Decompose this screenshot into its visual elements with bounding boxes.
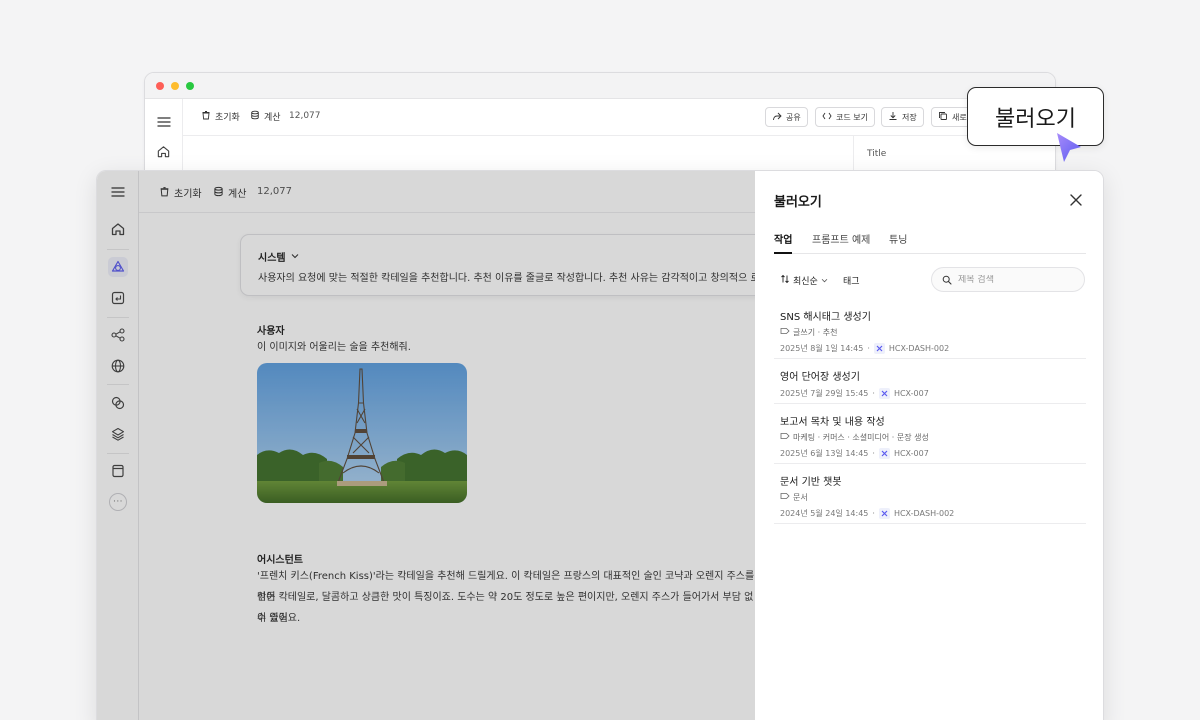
item-meta: 2025년 8월 1일 14:45 · HCX-DASH-002 xyxy=(780,342,1086,354)
title-search[interactable] xyxy=(931,267,1085,292)
item-date: 2025년 8월 1일 14:45 xyxy=(780,343,864,353)
tag-filter-button[interactable]: 태그 xyxy=(843,274,860,287)
home-icon[interactable] xyxy=(156,144,171,163)
list-item[interactable]: SNS 해시태그 생성기 글쓰기 · 추천 2025년 8월 1일 14:45 … xyxy=(774,299,1086,359)
item-meta: 2024년 5월 24일 14:45 · HCX-DASH-002 xyxy=(780,507,1086,519)
share-icon xyxy=(772,112,782,123)
item-meta: 2025년 7월 29일 15:45 · HCX-007 xyxy=(780,387,1086,399)
calc-button[interactable]: 계산 xyxy=(250,110,281,123)
item-tags-text: 글쓰기 · 추천 xyxy=(793,327,838,337)
item-title: SNS 해시태그 생성기 xyxy=(780,312,871,323)
minimize-window-button[interactable] xyxy=(171,82,179,90)
model-icon xyxy=(878,507,890,519)
drawer-title: 불러오기 xyxy=(774,195,822,210)
code-view-label: 코드 보기 xyxy=(836,112,868,122)
save-button[interactable]: 저장 xyxy=(881,107,924,127)
item-tags: 글쓰기 · 추천 xyxy=(780,326,1086,338)
back-toolbar: 초기화 계산 12,077 공유 코드 보기 저장 새로 xyxy=(183,99,1055,136)
item-model: HCX-DASH-002 xyxy=(888,343,950,353)
item-tags: 마케팅 · 커머스 · 소셜미디어 · 문장 생성 xyxy=(780,431,1086,443)
copy-icon xyxy=(938,111,948,123)
share-label: 공유 xyxy=(786,112,801,122)
search-icon xyxy=(942,270,952,289)
sort-label: 최신순 xyxy=(793,277,818,287)
item-meta: 2025년 6월 13일 14:45 · HCX-007 xyxy=(780,447,1086,459)
modal-overlay[interactable] xyxy=(97,171,755,720)
menu-icon[interactable] xyxy=(157,113,171,132)
trash-icon xyxy=(201,110,211,123)
main-app-window: ··· 초기화 계산 12,077 시스템 사용자의 요청에 맞는 적절한 칵테… xyxy=(96,170,1104,720)
item-tags: 문서 xyxy=(780,491,1086,503)
chevron-down-icon xyxy=(821,276,828,286)
list-item[interactable]: 문서 기반 챗봇 문서 2024년 5월 24일 14:45 · HCX-DAS… xyxy=(774,464,1086,524)
item-date: 2024년 5월 24일 14:45 xyxy=(780,508,869,518)
code-icon xyxy=(822,112,832,122)
list-item[interactable]: 보고서 목차 및 내용 작성 마케팅 · 커머스 · 소셜미디어 · 문장 생성… xyxy=(774,404,1086,464)
sort-icon xyxy=(780,274,790,287)
save-label: 저장 xyxy=(902,112,917,122)
download-icon xyxy=(888,111,898,123)
list-item[interactable]: 영어 단어장 생성기 2025년 7월 29일 15:45 · HCX-007 xyxy=(774,359,1086,404)
item-tags-text: 마케팅 · 커머스 · 소셜미디어 · 문장 생성 xyxy=(793,432,929,442)
tab-tasks[interactable]: 작업 xyxy=(774,231,793,254)
share-button[interactable]: 공유 xyxy=(765,107,808,127)
database-icon xyxy=(250,110,260,123)
window-titlebar xyxy=(145,73,1055,99)
reset-label: 초기화 xyxy=(215,113,240,123)
item-title: 영어 단어장 생성기 xyxy=(780,372,860,383)
maximize-window-button[interactable] xyxy=(186,82,194,90)
meta-separator: · xyxy=(872,508,875,518)
token-count: 12,077 xyxy=(289,111,321,121)
item-title: 보고서 목차 및 내용 작성 xyxy=(780,417,885,428)
close-icon[interactable] xyxy=(1067,191,1085,209)
model-icon xyxy=(878,447,890,459)
meta-separator: · xyxy=(872,388,875,398)
drawer-tabs: 작업 프롬프트 예제 튜닝 xyxy=(774,226,1086,254)
item-date: 2025년 7월 29일 15:45 xyxy=(780,388,869,398)
item-tags-text: 문서 xyxy=(793,492,808,502)
item-title: 문서 기반 챗봇 xyxy=(780,477,842,488)
calc-label: 계산 xyxy=(264,113,281,123)
reset-button[interactable]: 초기화 xyxy=(201,110,240,123)
item-model: HCX-007 xyxy=(893,388,929,398)
model-icon xyxy=(873,342,885,354)
tab-tuning[interactable]: 튜닝 xyxy=(889,231,907,254)
new-label: 새로 xyxy=(952,112,967,122)
code-view-button[interactable]: 코드 보기 xyxy=(815,107,875,127)
search-input[interactable] xyxy=(958,274,1068,285)
tag-icon xyxy=(780,492,790,502)
saved-task-list: SNS 해시태그 생성기 글쓰기 · 추천 2025년 8월 1일 14:45 … xyxy=(774,299,1086,524)
load-drawer: 불러오기 작업 프롬프트 예제 튜닝 최신순 태그 SNS 해시태그 생성기 글… xyxy=(755,171,1103,720)
cursor-pointer-icon xyxy=(1054,131,1084,169)
tag-icon xyxy=(780,432,790,442)
meta-separator: · xyxy=(867,343,870,353)
item-model: HCX-007 xyxy=(893,448,929,458)
tag-icon xyxy=(780,327,790,337)
item-model: HCX-DASH-002 xyxy=(893,508,955,518)
model-icon xyxy=(878,387,890,399)
title-field-label: Title xyxy=(867,149,887,159)
item-date: 2025년 6월 13일 14:45 xyxy=(780,448,869,458)
tab-prompt-examples[interactable]: 프롬프트 예제 xyxy=(812,231,870,254)
meta-separator: · xyxy=(872,448,875,458)
close-window-button[interactable] xyxy=(156,82,164,90)
sort-dropdown[interactable]: 최신순 xyxy=(780,274,828,287)
